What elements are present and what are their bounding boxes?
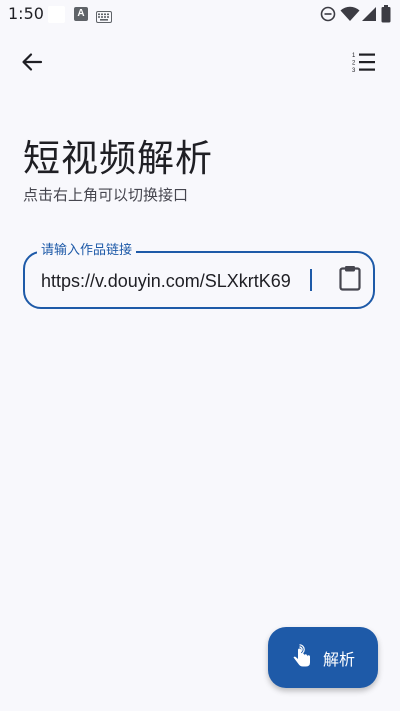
- back-button[interactable]: [12, 44, 52, 84]
- parse-button[interactable]: 解析: [268, 627, 378, 688]
- link-field-label: 请输入作品链接: [37, 242, 137, 260]
- paste-button[interactable]: [333, 263, 367, 297]
- notification-square-icon: [48, 6, 65, 23]
- arrow-back-icon: [21, 51, 43, 77]
- page-title: 短视频解析: [23, 137, 213, 180]
- keyboard-icon: [96, 8, 112, 27]
- touch-hand-icon: [291, 643, 313, 672]
- battery-icon: [381, 5, 391, 27]
- text-cursor: [310, 269, 312, 291]
- do-not-disturb-icon: [320, 6, 336, 26]
- wifi-icon: [340, 6, 360, 26]
- status-bar: 1:50 A: [0, 0, 400, 30]
- page-subtitle: 点击右上角可以切换接口: [23, 186, 189, 204]
- signal-icon: [361, 6, 377, 26]
- link-input[interactable]: [41, 267, 311, 295]
- parse-button-label: 解析: [322, 649, 355, 669]
- switch-api-button[interactable]: 1 2 3: [344, 44, 384, 84]
- clipboard-icon: [339, 265, 361, 295]
- svg-text:2: 2: [352, 61, 356, 67]
- svg-text:3: 3: [352, 68, 356, 73]
- a-letter-icon: A: [74, 7, 88, 21]
- link-field[interactable]: 请输入作品链接: [23, 242, 375, 309]
- format-list-numbered-icon: 1 2 3: [352, 51, 376, 77]
- svg-text:1: 1: [352, 53, 356, 59]
- status-time: 1:50: [8, 4, 44, 23]
